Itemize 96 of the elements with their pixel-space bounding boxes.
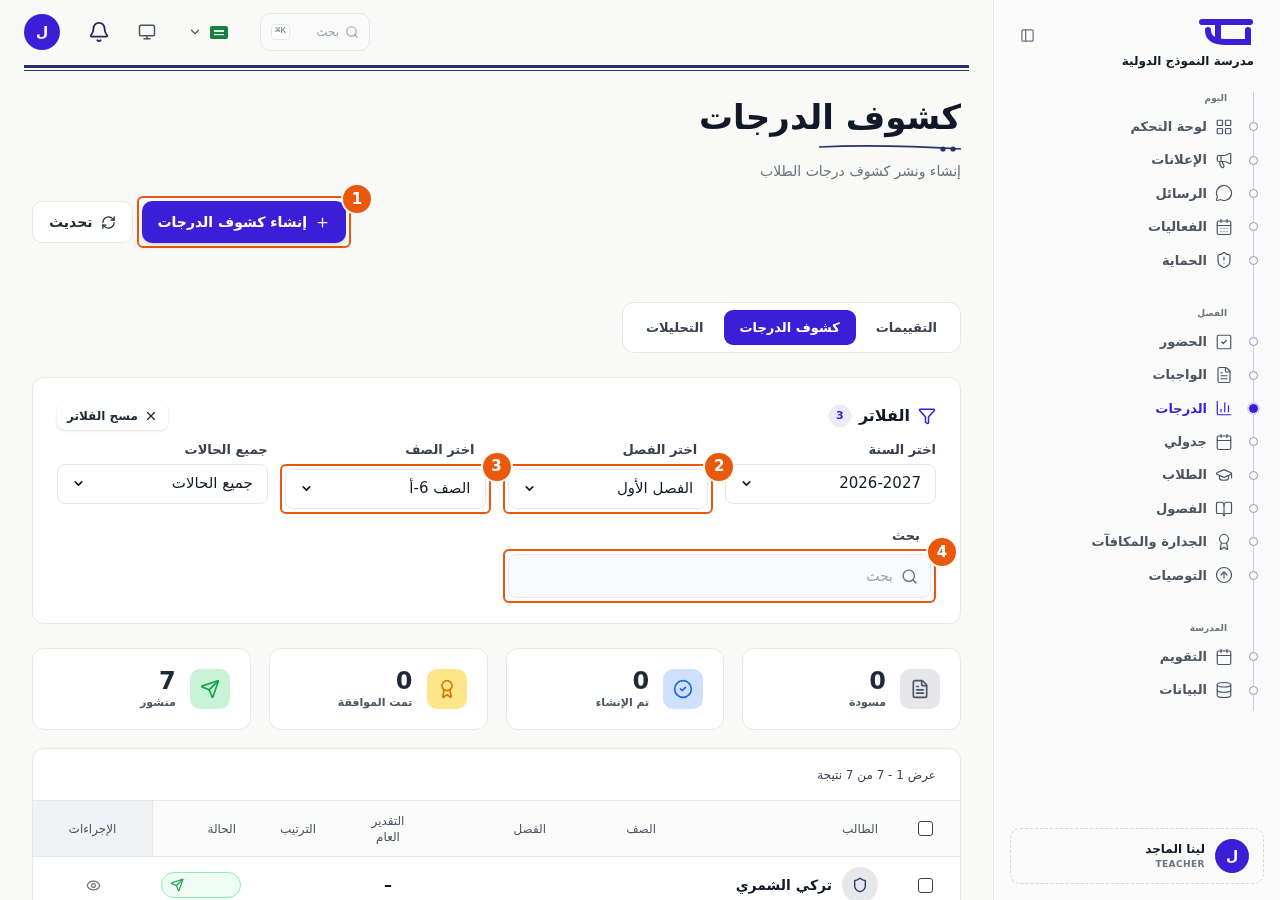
bar-chart-icon	[1215, 399, 1233, 418]
send-icon	[169, 878, 184, 892]
calendar-icon	[1215, 217, 1233, 236]
logo-icon	[1198, 16, 1254, 46]
section-label: اليوم	[1203, 92, 1228, 106]
column-header: الترتيب	[280, 820, 316, 838]
stat-value: 0	[869, 666, 886, 695]
column-header: الطالب	[842, 820, 878, 838]
step-badge: 4	[926, 536, 958, 568]
refresh-icon	[100, 214, 116, 230]
column-header: الصف	[626, 820, 656, 838]
view-icon[interactable]	[85, 877, 101, 893]
school-name: مدرسة النموذج الدولية	[1121, 53, 1254, 70]
column-header: الحالة	[207, 820, 236, 838]
tab[interactable]: التقييمات	[859, 310, 953, 345]
select-field[interactable]: جميع الحالات	[57, 463, 268, 504]
field-label: اختر السنة	[867, 441, 936, 459]
sidebar-item[interactable]: جدولي	[1164, 432, 1233, 452]
send-icon	[199, 679, 220, 699]
avatar[interactable]: ل	[24, 14, 60, 50]
column-header: الإجراءات	[68, 820, 117, 838]
table-cell-text: –	[384, 874, 392, 896]
stat-value: 0	[395, 666, 413, 695]
sidebar-item[interactable]: البيانات	[1159, 680, 1233, 700]
collapse-sidebar-icon[interactable]	[1020, 28, 1035, 43]
flag-icon	[210, 25, 228, 39]
user-name: لينا الماجد	[1145, 841, 1205, 859]
student-name: تركي الشمري	[735, 875, 832, 896]
step-badge: 2	[703, 450, 736, 483]
column-header: الفصل	[513, 820, 546, 838]
checkbox-icon	[1215, 332, 1233, 351]
sidebar-item[interactable]: الجدارة والمكافآت	[1091, 532, 1233, 552]
check-circle-icon	[673, 679, 694, 699]
shield-icon	[852, 877, 868, 893]
section-label: الفصل	[1196, 306, 1228, 320]
shield-icon	[1215, 251, 1233, 270]
stat-label: تمت الموافقة	[337, 694, 413, 711]
tab[interactable]: التحليلات	[629, 310, 720, 345]
sidebar-item[interactable]: الرسائل	[1155, 183, 1233, 204]
select-field[interactable]: الفصل الأول	[507, 468, 709, 509]
sidebar-item[interactable]: التوصيات	[1148, 565, 1233, 586]
field-label: بحث	[891, 526, 921, 545]
stat-label: مسودة	[848, 694, 886, 711]
sidebar-item[interactable]: الطلاب	[1162, 465, 1233, 485]
select-field[interactable]: الصف 6-أ	[284, 468, 486, 509]
calendar-icon	[1215, 647, 1233, 666]
stat-value: 0	[632, 666, 650, 695]
column-header: التقدير العام	[370, 812, 406, 845]
sidebar-item[interactable]: الفعاليات	[1147, 217, 1233, 237]
plus-icon	[315, 214, 331, 230]
arrow-up-circle-icon	[1215, 566, 1233, 585]
sidebar-item[interactable]: الواجبات	[1152, 365, 1233, 385]
refresh-button[interactable]: تحديث	[32, 201, 133, 243]
calendar-icon	[1215, 432, 1233, 451]
user-avatar: ل	[1215, 839, 1249, 873]
section-label: المدرسة	[1188, 622, 1228, 636]
stat-label: تم الإنشاء	[595, 694, 650, 711]
tab[interactable]: كشوف الدرجات	[723, 310, 856, 345]
row-checkbox[interactable]	[917, 877, 933, 893]
user-role: TEACHER	[1154, 858, 1205, 872]
sidebar-item[interactable]: الحضور	[1159, 331, 1233, 352]
filter-icon	[918, 407, 936, 425]
chat-bubble-icon	[1215, 184, 1233, 203]
create-button[interactable]: إنشاء كشوف الدرجات	[141, 201, 347, 243]
select-all-checkbox[interactable]	[917, 821, 933, 836]
clear-filters-button[interactable]: مسح الفلاتر	[57, 402, 168, 430]
field-label: اختر الصف	[404, 441, 476, 459]
page-title: كشوف الدرجات	[698, 96, 961, 139]
sidebar-item[interactable]: الإعلانات	[1151, 150, 1233, 170]
field-label: جميع الحالات	[183, 441, 268, 459]
filter-title: الفلاتر	[858, 405, 910, 427]
step-badge: 1	[341, 183, 374, 215]
megaphone-icon	[1215, 151, 1233, 170]
sidebar-item[interactable]: الدرجات	[1155, 398, 1233, 419]
sidebar-item[interactable]: الحماية	[1161, 250, 1233, 270]
filter-count: 3	[828, 405, 851, 427]
field-label: اختر الفصل	[621, 441, 699, 459]
page-subtitle: إنشاء ونشر كشوف درجات الطلاب	[760, 162, 961, 182]
sidebar-item[interactable]: التقويم	[1159, 647, 1233, 667]
book-icon	[1215, 499, 1233, 518]
notification-bell-icon[interactable]	[88, 21, 110, 43]
grid-icon	[1215, 117, 1233, 136]
sidebar-item[interactable]: الفصول	[1156, 498, 1233, 519]
result-summary: عرض 1 - 7 من 7 نتيجة	[817, 766, 936, 784]
stat-label: منشور	[140, 694, 176, 711]
select-field[interactable]: 2026-2027	[725, 463, 936, 504]
stat-value: 7	[159, 666, 176, 695]
monitor-icon[interactable]	[138, 23, 156, 41]
sidebar-item[interactable]: لوحة التحكم	[1130, 116, 1233, 137]
document-icon	[1215, 366, 1233, 385]
search-icon	[345, 25, 359, 39]
search-icon	[901, 567, 918, 585]
step-badge: 3	[480, 450, 513, 483]
shortcut-key: K⌘	[271, 24, 290, 40]
document-icon	[910, 679, 930, 699]
database-icon	[1215, 681, 1233, 700]
